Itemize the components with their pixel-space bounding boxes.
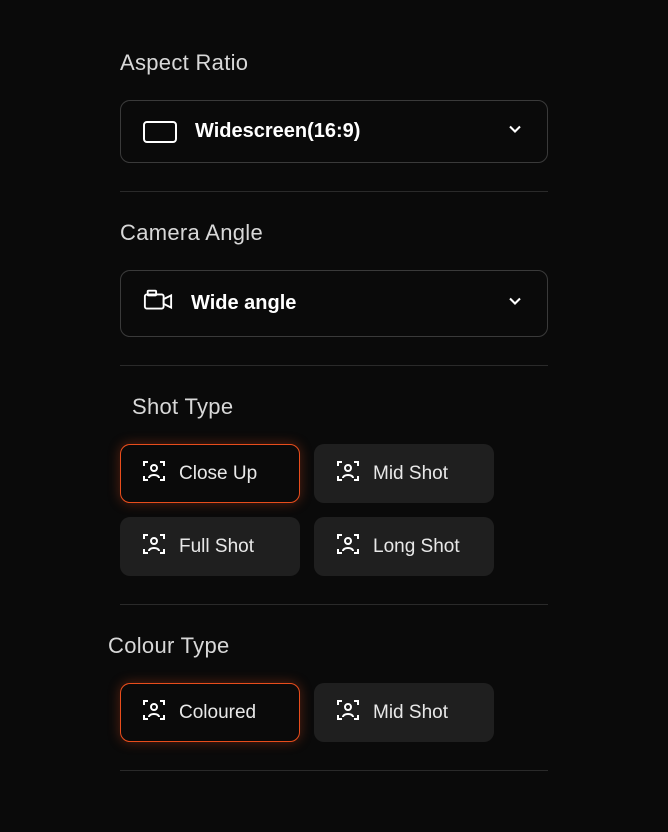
colour-type-mid-shot[interactable]: Mid Shot [314,683,494,742]
colour-type-section: Colour Type Coloured Mid Shot [120,633,548,771]
camera-icon [143,289,173,318]
camera-angle-value: Wide angle [191,292,296,315]
widescreen-icon [143,121,177,143]
focus-person-icon [335,531,361,562]
chip-label: Coloured [179,702,256,724]
chip-label: Close Up [179,463,257,485]
aspect-ratio-value: Widescreen(16:9) [195,120,360,143]
colour-type-coloured[interactable]: Coloured [120,683,300,742]
focus-person-icon [141,697,167,728]
focus-person-icon [141,531,167,562]
chip-label: Full Shot [179,536,254,558]
shot-type-title: Shot Type [132,394,548,420]
colour-type-title: Colour Type [108,633,548,659]
shot-type-section: Shot Type Close Up Mid Shot [120,394,548,605]
focus-person-icon [335,697,361,728]
chevron-down-icon [505,119,525,144]
chevron-down-icon [505,291,525,316]
shot-type-long-shot[interactable]: Long Shot [314,517,494,576]
chip-label: Long Shot [373,536,460,558]
shot-type-full-shot[interactable]: Full Shot [120,517,300,576]
chip-label: Mid Shot [373,702,448,724]
aspect-ratio-section: Aspect Ratio Widescreen(16:9) [120,50,548,192]
camera-angle-section: Camera Angle Wide angle [120,220,548,366]
focus-person-icon [335,458,361,489]
shot-type-close-up[interactable]: Close Up [120,444,300,503]
chip-label: Mid Shot [373,463,448,485]
aspect-ratio-title: Aspect Ratio [120,50,548,76]
aspect-ratio-dropdown[interactable]: Widescreen(16:9) [120,100,548,163]
camera-angle-dropdown[interactable]: Wide angle [120,270,548,337]
focus-person-icon [141,458,167,489]
camera-angle-title: Camera Angle [120,220,548,246]
shot-type-mid-shot[interactable]: Mid Shot [314,444,494,503]
